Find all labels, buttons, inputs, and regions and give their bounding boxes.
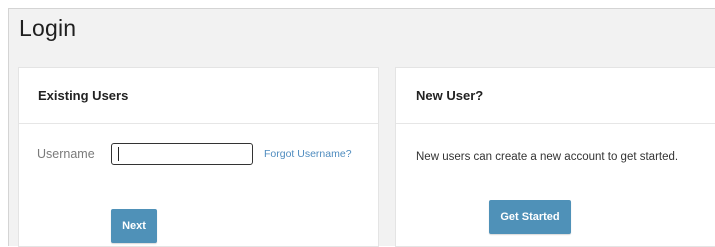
next-button[interactable]: Next: [111, 209, 157, 243]
text-caret: [118, 147, 119, 161]
new-user-heading: New User?: [396, 68, 715, 124]
username-input[interactable]: [111, 143, 253, 165]
username-label: Username: [37, 147, 95, 161]
page-title: Login: [19, 15, 77, 41]
username-row: Username Forgot Username?: [37, 143, 352, 165]
forgot-username-link[interactable]: Forgot Username?: [264, 148, 352, 160]
get-started-button[interactable]: Get Started: [489, 200, 571, 234]
new-user-panel: New User? New users can create a new acc…: [395, 67, 715, 247]
existing-users-panel: Existing Users Username Forgot Username?…: [18, 67, 379, 247]
existing-users-heading: Existing Users: [19, 68, 378, 124]
username-field-wrapper: [111, 143, 253, 165]
new-user-description: New users can create a new account to ge…: [416, 151, 679, 163]
login-page: Login Existing Users Username Forgot Use…: [8, 8, 715, 247]
